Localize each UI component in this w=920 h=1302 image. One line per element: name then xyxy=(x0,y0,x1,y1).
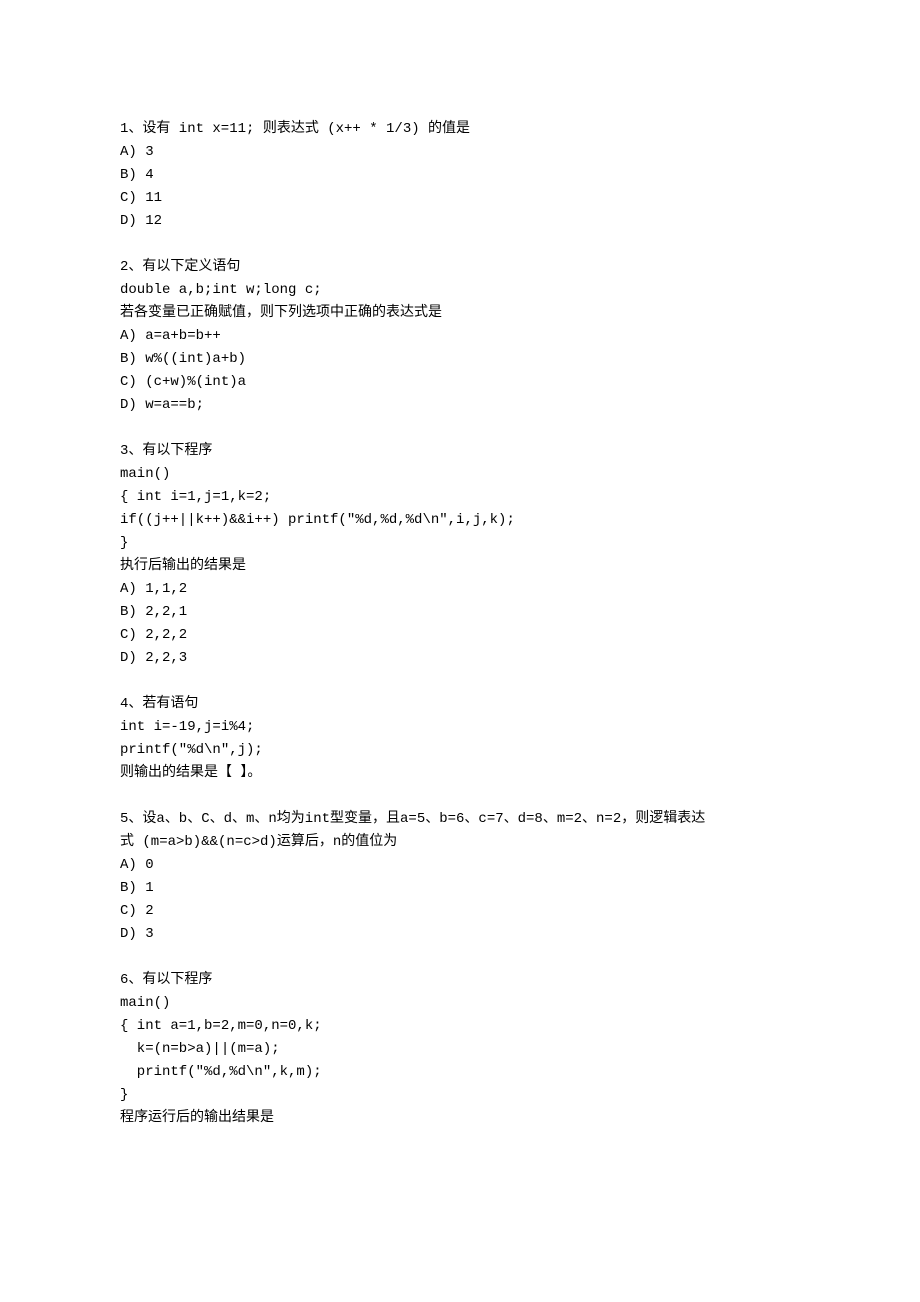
question-stem-line: 6、有以下程序 xyxy=(120,969,800,992)
question-stem-line: 式 (m=a>b)&&(n=c>d)运算后，n的值位为 xyxy=(120,831,800,854)
question-option: B) 1 xyxy=(120,877,800,900)
question-1: 1、设有 int x=11; 则表达式 (x++ * 1/3) 的值是 A) 3… xyxy=(120,118,800,233)
question-stem-line: } xyxy=(120,532,800,555)
question-option: A) 1,1,2 xyxy=(120,578,800,601)
document-page: 1、设有 int x=11; 则表达式 (x++ * 1/3) 的值是 A) 3… xyxy=(0,0,920,1302)
question-option: D) 12 xyxy=(120,210,800,233)
question-stem-line: int i=-19,j=i%4; xyxy=(120,716,800,739)
question-stem-line: double a,b;int w;long c; xyxy=(120,279,800,302)
question-stem-line: { int i=1,j=1,k=2; xyxy=(120,486,800,509)
question-option: A) 3 xyxy=(120,141,800,164)
question-option: A) a=a+b=b++ xyxy=(120,325,800,348)
question-stem-line: main() xyxy=(120,463,800,486)
question-5: 5、设a、b、C、d、m、n均为int型变量，且a=5、b=6、c=7、d=8、… xyxy=(120,808,800,946)
question-option: D) 2,2,3 xyxy=(120,647,800,670)
question-stem-line: 若各变量已正确赋值，则下列选项中正确的表达式是 xyxy=(120,302,800,325)
question-stem-line: 2、有以下定义语句 xyxy=(120,256,800,279)
question-option: C) 2,2,2 xyxy=(120,624,800,647)
question-stem-line: 则输出的结果是【 】。 xyxy=(120,762,800,785)
question-stem-line: 1、设有 int x=11; 则表达式 (x++ * 1/3) 的值是 xyxy=(120,118,800,141)
question-4: 4、若有语句 int i=-19,j=i%4; printf("%d\n",j)… xyxy=(120,693,800,785)
question-stem-line: } xyxy=(120,1084,800,1107)
question-option: C) (c+w)%(int)a xyxy=(120,371,800,394)
question-stem-line: 4、若有语句 xyxy=(120,693,800,716)
question-option: B) 4 xyxy=(120,164,800,187)
question-stem-line: if((j++||k++)&&i++) printf("%d,%d,%d\n",… xyxy=(120,509,800,532)
question-option: A) 0 xyxy=(120,854,800,877)
question-option: C) 2 xyxy=(120,900,800,923)
question-stem-line: 5、设a、b、C、d、m、n均为int型变量，且a=5、b=6、c=7、d=8、… xyxy=(120,808,800,831)
question-stem-line: 执行后输出的结果是 xyxy=(120,555,800,578)
question-option: D) w=a==b; xyxy=(120,394,800,417)
question-option: D) 3 xyxy=(120,923,800,946)
question-2: 2、有以下定义语句 double a,b;int w;long c; 若各变量已… xyxy=(120,256,800,417)
question-stem-line: printf("%d,%d\n",k,m); xyxy=(120,1061,800,1084)
question-stem-line: k=(n=b>a)||(m=a); xyxy=(120,1038,800,1061)
question-stem-line: printf("%d\n",j); xyxy=(120,739,800,762)
question-stem-line: 3、有以下程序 xyxy=(120,440,800,463)
question-option: B) w%((int)a+b) xyxy=(120,348,800,371)
question-stem-line: { int a=1,b=2,m=0,n=0,k; xyxy=(120,1015,800,1038)
question-option: B) 2,2,1 xyxy=(120,601,800,624)
question-3: 3、有以下程序 main() { int i=1,j=1,k=2; if((j+… xyxy=(120,440,800,670)
question-stem-line: 程序运行后的输出结果是 xyxy=(120,1107,800,1130)
question-6: 6、有以下程序 main() { int a=1,b=2,m=0,n=0,k; … xyxy=(120,969,800,1130)
question-option: C) 11 xyxy=(120,187,800,210)
question-stem-line: main() xyxy=(120,992,800,1015)
